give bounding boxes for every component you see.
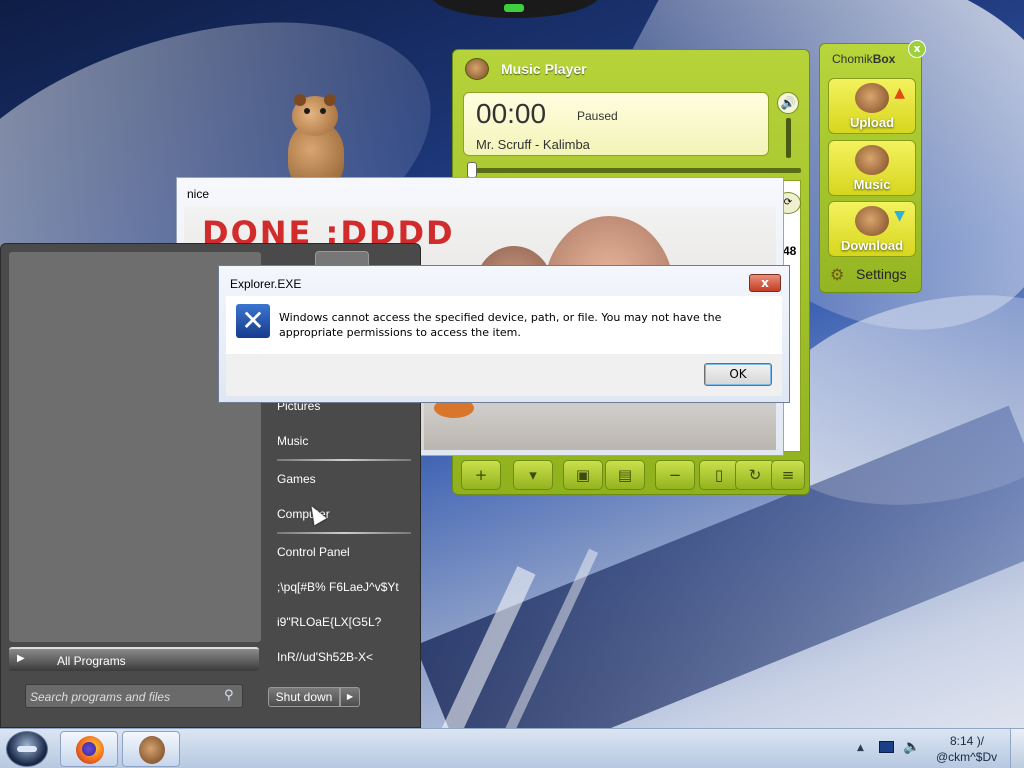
favorite-icon[interactable]: ▾: [513, 460, 553, 490]
error-dialog: Explorer.EXE x ✕ Windows cannot access t…: [218, 265, 790, 403]
chomikbox-widget: ChomikBox x ▲ Upload Music ▼ Download ⚙ …: [819, 40, 926, 293]
gear-icon: ⚙: [830, 265, 845, 284]
start-item-garbled-2[interactable]: i9"RLOaE{LX[G5L?: [277, 615, 381, 629]
add-folder-alt-icon[interactable]: ▤: [605, 460, 645, 490]
music-label: Music: [853, 177, 891, 192]
show-desktop-button[interactable]: [1010, 729, 1024, 768]
window-title: nice: [187, 187, 210, 201]
search-icon[interactable]: ⚲: [224, 688, 234, 703]
all-programs-label: All Programs: [57, 654, 126, 668]
music-button[interactable]: Music: [828, 140, 916, 196]
firefox-icon: [76, 736, 104, 764]
led-indicator: [504, 4, 524, 12]
start-item-music[interactable]: Music: [277, 434, 308, 448]
menu-separator: [277, 532, 411, 534]
mascot-ear: [294, 94, 306, 106]
volume-icon[interactable]: 🔊: [777, 92, 799, 114]
dialog-title: Explorer.EXE: [230, 277, 302, 291]
network-icon[interactable]: [879, 741, 894, 753]
ok-button[interactable]: OK: [704, 363, 772, 386]
start-item-garbled-3[interactable]: InR//ud'Sh52B-X<: [277, 650, 373, 664]
edit-list-icon[interactable]: ≡: [771, 460, 805, 490]
mascot-eye: [320, 108, 326, 114]
chomikbox-title-prefix: Chomik: [832, 52, 873, 66]
clock-time[interactable]: 8:14 )/: [950, 734, 984, 748]
mascot-eye: [304, 108, 310, 114]
search-placeholder: Search programs and files: [30, 690, 171, 704]
taskbar-item-chomikbox[interactable]: [122, 731, 180, 767]
taskbar: ▲ 🔈 8:14 )/ @ckm^$Dv: [0, 728, 1024, 768]
dialog-body: ✕ Windows cannot access the specified de…: [226, 296, 782, 354]
chevron-right-icon: ▶: [17, 653, 25, 664]
close-icon[interactable]: x: [908, 40, 926, 58]
start-item-games[interactable]: Games: [277, 472, 316, 486]
remove-icon[interactable]: −: [655, 460, 695, 490]
all-programs-button[interactable]: ▶ All Programs: [9, 647, 259, 671]
volume-icon[interactable]: 🔈: [903, 739, 920, 755]
download-arrow-icon: ▼: [894, 208, 905, 224]
shutdown-options-icon[interactable]: ▶: [340, 687, 360, 707]
menu-separator: [277, 459, 411, 461]
download-label: Download: [840, 238, 904, 253]
mascot-ear: [324, 94, 336, 106]
settings-label: Settings: [856, 266, 907, 282]
music-player-title: Music Player: [501, 61, 587, 77]
dialog-footer: [226, 354, 782, 396]
add-user-icon[interactable]: +: [461, 460, 501, 490]
seek-bar[interactable]: [467, 168, 801, 173]
close-button[interactable]: x: [749, 274, 781, 292]
settings-button[interactable]: ⚙ Settings: [830, 264, 916, 284]
add-folder-icon[interactable]: ▣: [563, 460, 603, 490]
seek-handle[interactable]: [467, 162, 477, 178]
search-input[interactable]: Search programs and files ⚲: [25, 684, 243, 708]
upload-button[interactable]: ▲ Upload: [828, 78, 916, 134]
windows-logo-icon: [17, 746, 37, 752]
taskbar-item-firefox[interactable]: [60, 731, 118, 767]
add-file-icon[interactable]: ▯: [699, 460, 739, 490]
now-playing-panel: 00:00 Paused Mr. Scruff - Kalimba: [463, 92, 769, 156]
upload-arrow-icon: ▲: [894, 85, 905, 101]
track-title: Mr. Scruff - Kalimba: [476, 137, 590, 152]
hamster-icon: [139, 736, 165, 764]
download-button[interactable]: ▼ Download: [828, 201, 916, 257]
chomikbox-title: ChomikBox: [832, 52, 895, 66]
refresh-icon[interactable]: ↻: [735, 460, 775, 490]
playback-time: 00:00: [476, 98, 547, 129]
headphones-hamster-icon: [855, 145, 889, 175]
dialog-message: Windows cannot access the specified devi…: [279, 311, 722, 339]
hamster-icon: [855, 206, 889, 236]
hamster-icon: [855, 83, 889, 113]
upload-label: Upload: [849, 115, 895, 130]
start-item-garbled-1[interactable]: ;\pq[#B% F6LaeJ^v$Yt: [277, 580, 399, 594]
hamster-icon: [465, 58, 489, 80]
playback-status: Paused: [577, 109, 618, 123]
show-hidden-icons-icon[interactable]: ▲: [857, 743, 864, 753]
start-button[interactable]: [6, 731, 48, 767]
desktop-gadget-knob: [430, 0, 600, 18]
playlist-toolbar: + ▾ ▣ ▤ − ▯ ↻ ≡: [459, 460, 805, 492]
chomikbox-title-suffix: Box: [872, 52, 896, 66]
error-icon: ✕: [236, 304, 270, 338]
volume-slider[interactable]: [786, 118, 791, 158]
shutdown-button[interactable]: Shut down: [268, 687, 340, 707]
start-item-control-panel[interactable]: Control Panel: [277, 545, 350, 559]
clock-date[interactable]: @ckm^$Dv: [936, 750, 997, 764]
